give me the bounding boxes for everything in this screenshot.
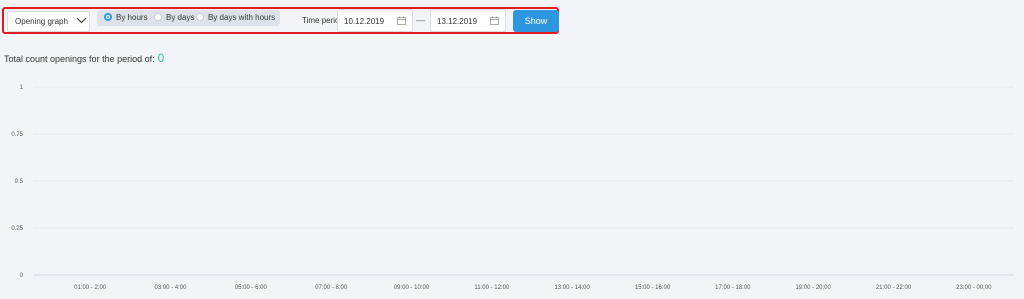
date-from-field[interactable]: 10.12.2019: [337, 9, 413, 32]
date-from-value: 10.12.2019: [344, 17, 385, 26]
calendar-icon[interactable]: [397, 16, 406, 25]
total-openings-summary: Total count openings for the period of: 0: [4, 51, 164, 65]
graph-type-label: Opening graph: [15, 17, 68, 26]
graph-type-select[interactable]: Opening graph: [7, 11, 90, 32]
x-tick-label: 23:00 - 00:00: [956, 285, 992, 291]
x-tick-label: 01:00 - 2:00: [74, 285, 107, 291]
x-tick-label: 09:00 - 10:00: [394, 285, 430, 291]
x-tick-label: 17:00 - 18:00: [715, 285, 751, 291]
radio-selected-icon: [104, 13, 112, 21]
x-tick-label: 03:00 - 4:00: [154, 285, 187, 291]
x-tick-label: 19:00 - 20:00: [795, 285, 831, 291]
x-tick-label: 13:00 - 14:00: [554, 285, 590, 291]
x-tick-label: 15:00 - 16:00: [635, 285, 671, 291]
radio-by-days-label: By days: [166, 13, 195, 22]
date-separator: —: [416, 15, 425, 25]
x-tick-label: 11:00 - 12:00: [474, 285, 510, 291]
period-mode-radio-group: By hours By days By days with hours: [97, 10, 280, 26]
show-button[interactable]: Show: [513, 10, 559, 32]
radio-by-days-with-hours-label: By days with hours: [208, 13, 276, 22]
chevron-down-icon: [76, 17, 87, 24]
total-openings-value: 0: [157, 51, 165, 65]
date-to-field[interactable]: 13.12.2019: [430, 9, 506, 32]
y-tick-label: 1: [20, 85, 24, 91]
date-to-value: 13.12.2019: [437, 17, 478, 26]
y-tick-label: 0.75: [11, 132, 23, 138]
y-tick-label: 0.25: [11, 226, 23, 232]
y-tick-label: 0.5: [15, 179, 24, 185]
total-openings-label: Total count openings for the period of:: [4, 54, 155, 64]
filter-toolbar: Opening graph By hours By days By days w…: [2, 7, 559, 34]
x-tick-label: 21:00 - 22:00: [876, 285, 912, 291]
x-tick-label: 07:00 - 8:00: [315, 285, 348, 291]
radio-unselected-icon: [154, 13, 162, 21]
radio-unselected-icon: [196, 13, 204, 21]
y-tick-label: 0: [20, 273, 24, 279]
x-tick-label: 05:00 - 6:00: [235, 285, 268, 291]
calendar-icon[interactable]: [490, 16, 499, 25]
openings-chart: 1 0.75 0.5 0.25 0 01:00 - 2:00 03:00 - 4:00 05:…: [11, 85, 1014, 291]
radio-by-hours-label: By hours: [116, 13, 148, 22]
